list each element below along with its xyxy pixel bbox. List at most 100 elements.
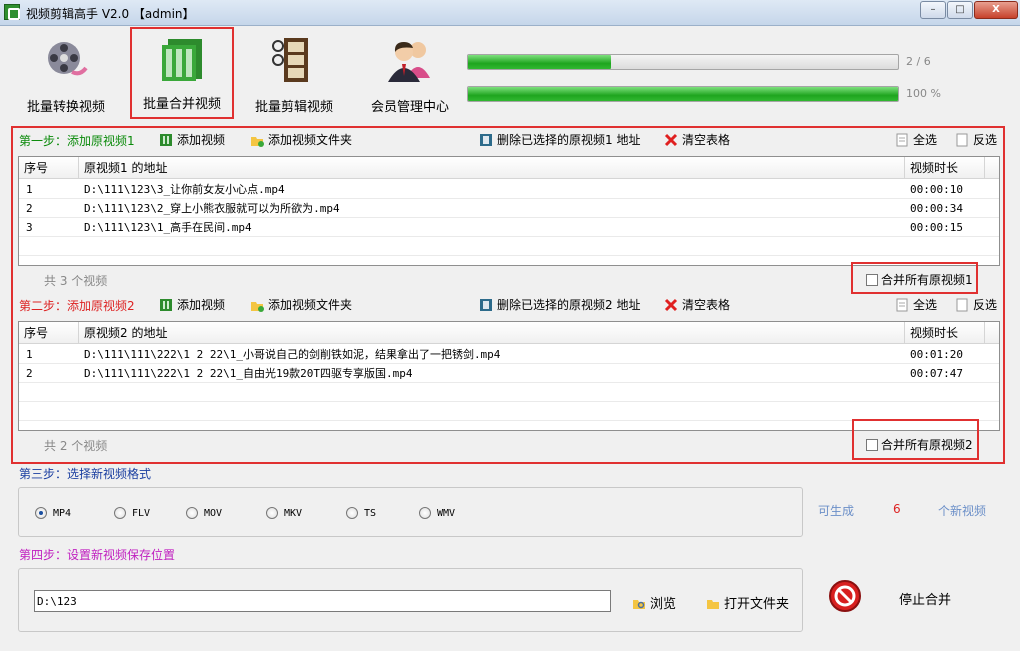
- step1-select-all-button[interactable]: 全选: [895, 131, 937, 148]
- table-row[interactable]: 3 D:\111\123\1_高手在民间.mp4 00:00:15: [19, 218, 999, 237]
- radio-dot: [346, 507, 358, 519]
- stop-icon[interactable]: [828, 579, 862, 613]
- save-path-input[interactable]: [34, 590, 611, 612]
- radio-dot: [419, 507, 431, 519]
- radio-label: FLV: [132, 507, 151, 519]
- button-label: 打开文件夹: [724, 597, 790, 612]
- folder-icon: [707, 599, 719, 609]
- radio-label: MP4: [53, 507, 72, 519]
- toolbar-label: 批量剪辑视频: [254, 100, 333, 115]
- row-path: D:\111\123\3_让你前女友小心点.mp4: [84, 183, 285, 196]
- step1-clear-button[interactable]: 清空表格: [664, 131, 730, 148]
- radio-label: WMV: [437, 507, 456, 519]
- column-header[interactable]: 序号: [19, 322, 79, 344]
- row-number: 1: [26, 348, 33, 361]
- step2-table[interactable]: 序号 原视频2 的地址 视频时长 1 D:\111\111\222\1 2 22…: [18, 321, 1000, 431]
- format-radio-mov[interactable]: MOV: [186, 507, 222, 519]
- document-blank-icon: [956, 133, 968, 146]
- format-radio-mp4[interactable]: MP4: [35, 507, 71, 519]
- format-radio-wmv[interactable]: WMV: [419, 507, 455, 519]
- minimize-button[interactable]: –: [920, 1, 946, 19]
- stop-merge-button[interactable]: 停止合并: [899, 589, 951, 608]
- checkbox-box: [866, 438, 878, 451]
- step1-title: 第一步：添加原视频1: [19, 134, 135, 148]
- toolbar-batch-convert[interactable]: 批量转换视频: [16, 30, 116, 118]
- toolbar-label: 批量转换视频: [26, 100, 105, 115]
- button-label: 清空表格: [682, 298, 731, 312]
- row-duration: 00:07:47: [910, 367, 963, 380]
- film-add-icon: [160, 298, 172, 311]
- step2-delete-selected-button[interactable]: 删除已选择的原视频2 地址: [479, 296, 640, 313]
- merge-film-icon: [162, 39, 202, 81]
- step2-clear-button[interactable]: 清空表格: [664, 296, 730, 313]
- radio-dot: [266, 507, 278, 519]
- toolbar-label: 批量合并视频: [142, 97, 221, 112]
- row-number: 3: [26, 221, 33, 234]
- format-radio-flv[interactable]: FLV: [114, 507, 150, 519]
- toolbar-member-center[interactable]: 会员管理中心: [360, 30, 460, 118]
- row-number: 1: [26, 183, 33, 196]
- step3-title: 第三步：选择新视频格式: [19, 467, 152, 481]
- step1-delete-selected-button[interactable]: 删除已选择的原视频1 地址: [479, 131, 640, 148]
- column-header[interactable]: 序号: [19, 157, 79, 179]
- generate-count: 6: [893, 502, 901, 516]
- button-label: 删除已选择的原视频1 地址: [497, 133, 641, 147]
- progress-fill: [468, 55, 612, 69]
- maximize-button[interactable]: □: [947, 1, 973, 19]
- browse-button[interactable]: 浏览: [632, 593, 676, 612]
- stop-sign-icon: [829, 580, 861, 612]
- table-row-empty: [19, 383, 999, 402]
- row-path: D:\111\111\222\1 2 22\1_小哥说自己的剑削铁如泥，结果拿出…: [84, 348, 501, 361]
- app-icon: [4, 4, 20, 20]
- button-label: 添加视频: [177, 133, 226, 147]
- column-header[interactable]: 视频时长: [905, 322, 985, 344]
- close-button[interactable]: X: [974, 1, 1018, 19]
- column-header[interactable]: 原视频1 的地址: [79, 157, 905, 179]
- radio-dot: [186, 507, 198, 519]
- step1-count: 共 3 个视频: [44, 274, 108, 288]
- open-folder-button[interactable]: 打开文件夹: [706, 593, 789, 612]
- button-label: 删除已选择的原视频2 地址: [497, 298, 641, 312]
- folder-search-icon: [633, 599, 645, 609]
- step1-invert-button[interactable]: 反选: [955, 131, 997, 148]
- generate-label-prefix: 可生成: [818, 504, 855, 518]
- format-radio-ts[interactable]: TS: [346, 507, 376, 519]
- row-path: D:\111\123\1_高手在民间.mp4: [84, 221, 252, 234]
- radio-label: TS: [364, 507, 377, 519]
- table-row[interactable]: 2 D:\111\111\222\1 2 22\1_自由光19款20T四驱专享版…: [19, 364, 999, 383]
- step1-add-folder-button[interactable]: 添加视频文件夹: [250, 131, 352, 148]
- radio-dot: [35, 507, 47, 519]
- row-duration: 00:00:10: [910, 183, 963, 196]
- users-icon: [388, 42, 430, 82]
- button-label: 浏览: [650, 597, 677, 612]
- progress-bar-count: [467, 54, 899, 70]
- step2-invert-button[interactable]: 反选: [955, 296, 997, 313]
- merge-all-2-checkbox[interactable]: 合并所有原视频2: [866, 436, 973, 453]
- progress-fill: [468, 87, 898, 101]
- table-row[interactable]: 2 D:\111\123\2_穿上小熊衣服就可以为所欲为.mp4 00:00:3…: [19, 199, 999, 218]
- radio-label: MOV: [204, 507, 223, 519]
- format-radio-mkv[interactable]: MKV: [266, 507, 302, 519]
- film-reel-icon: [48, 42, 88, 76]
- red-x-icon: [664, 298, 678, 311]
- step1-add-video-button[interactable]: 添加视频: [159, 131, 225, 148]
- column-header[interactable]: 视频时长: [905, 157, 985, 179]
- row-duration: 00:00:34: [910, 202, 963, 215]
- film-delete-icon: [480, 133, 492, 146]
- row-path: D:\111\123\2_穿上小熊衣服就可以为所欲为.mp4: [84, 202, 340, 215]
- merge-all-1-checkbox[interactable]: 合并所有原视频1: [866, 271, 973, 288]
- checkbox-box: [866, 273, 878, 286]
- toolbar-batch-merge[interactable]: 批量合并视频: [130, 27, 234, 119]
- toolbar-batch-clip[interactable]: 批量剪辑视频: [244, 30, 344, 118]
- table-row[interactable]: 1 D:\111\111\222\1 2 22\1_小哥说自己的剑削铁如泥，结果…: [19, 345, 999, 364]
- column-header[interactable]: 原视频2 的地址: [79, 322, 905, 344]
- button-label: 全选: [913, 298, 938, 312]
- step2-add-folder-button[interactable]: 添加视频文件夹: [250, 296, 352, 313]
- step2-select-all-button[interactable]: 全选: [895, 296, 937, 313]
- table-row[interactable]: 1 D:\111\123\3_让你前女友小心点.mp4 00:00:10: [19, 180, 999, 199]
- step1-table[interactable]: 序号 原视频1 的地址 视频时长 1 D:\111\123\3_让你前女友小心点…: [18, 156, 1000, 266]
- row-number: 2: [26, 367, 33, 380]
- table-header: 序号 原视频2 的地址 视频时长: [19, 322, 999, 344]
- step2-add-video-button[interactable]: 添加视频: [159, 296, 225, 313]
- checkbox-label: 合并所有原视频2: [881, 438, 973, 452]
